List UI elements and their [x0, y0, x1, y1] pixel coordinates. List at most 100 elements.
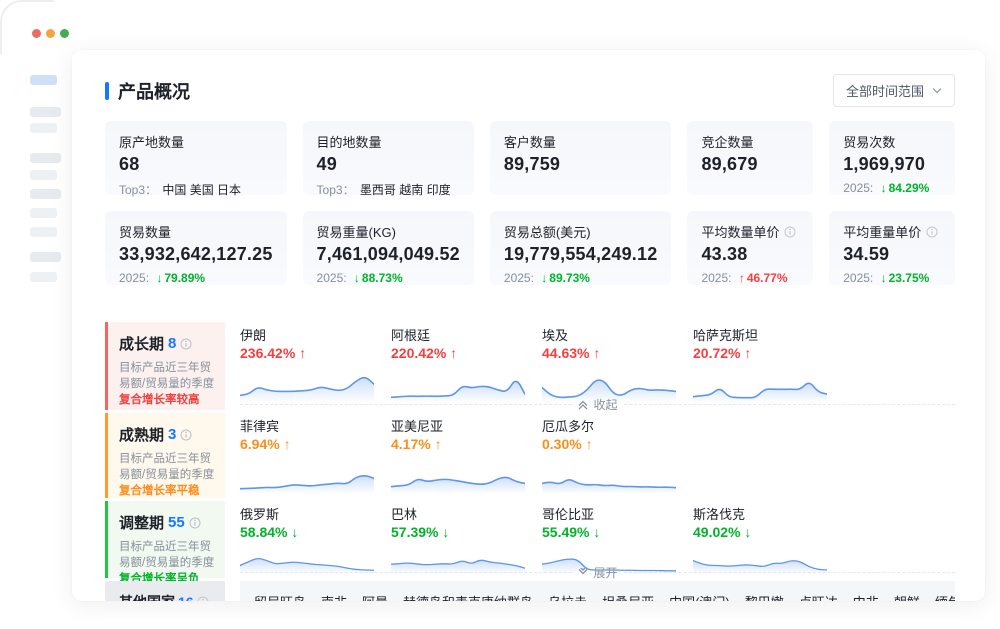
- other-countries-label-card: 其他国家 16: [105, 581, 225, 601]
- country-item[interactable]: 朝鲜: [894, 592, 920, 601]
- sidebar-item[interactable]: [30, 170, 57, 180]
- country-item[interactable]: 黎巴嫩: [745, 592, 784, 601]
- other-countries-count: 16: [178, 594, 194, 602]
- trend-arrow-icon: ↓: [438, 524, 449, 540]
- country-item[interactable]: 中非: [853, 592, 879, 601]
- stat-card-sub-prefix: 2025:: [504, 271, 534, 285]
- country-item[interactable]: 南非: [321, 592, 347, 601]
- trend-arrow-icon: ↑: [740, 345, 751, 361]
- country-growth-rate: 49.02% ↓: [693, 524, 844, 540]
- country-trend-item[interactable]: 亚美尼亚 4.17% ↑: [391, 413, 542, 494]
- trend-percent: 89.73%: [549, 271, 590, 285]
- trend-arrow-icon: ↑: [582, 436, 593, 452]
- chevron-down-icon: [932, 87, 942, 94]
- stat-card-label: 竞企数量: [701, 132, 753, 151]
- country-trend-item[interactable]: 菲律宾 6.94% ↑: [240, 413, 391, 494]
- stat-card-sub-prefix: 2025:: [317, 271, 347, 285]
- country-name: 哈萨克斯坦: [693, 325, 844, 344]
- stat-card-label: 客户数量: [504, 132, 556, 151]
- phase-content: 伊朗 236.42% ↑ 阿根廷 220.42% ↑ 埃及 44.63% ↑ 哈…: [240, 322, 955, 410]
- stat-card-sub-prefix: 2025:: [843, 181, 873, 195]
- stat-card-subtext: 2025: ↑46.77%: [701, 271, 799, 285]
- country-trend-item[interactable]: 阿根廷 220.42% ↑: [391, 322, 542, 403]
- stat-card-sub-prefix: Top3：: [317, 183, 355, 197]
- sidebar-item-active[interactable]: [30, 75, 57, 85]
- stat-card-value: 49: [317, 154, 460, 175]
- info-icon[interactable]: [180, 429, 192, 441]
- growth-percent: 57.39%: [391, 524, 438, 540]
- sidebar-nav: [0, 66, 72, 282]
- stat-card-subtext: 2025: ↓89.73%: [504, 271, 658, 285]
- sidebar-item[interactable]: [30, 208, 57, 218]
- sidebar-item[interactable]: [30, 189, 61, 199]
- stat-card-value: 7,461,094,049.52: [317, 244, 460, 265]
- sidebar-item[interactable]: [30, 153, 61, 163]
- other-countries-list: 留尼旺岛 南非 阿曼 赫德岛和麦克唐纳群岛 乌拉圭 坦桑尼亚 中国(澳门) 黎巴…: [240, 581, 955, 601]
- trend-indicator: ↓23.75%: [881, 271, 930, 285]
- country-name: 巴林: [391, 504, 542, 523]
- phase-description: 目标产品近三年贸易额/贸易量的季度复合增长率呈负: [119, 539, 215, 587]
- sidebar-item[interactable]: [30, 272, 57, 282]
- stat-card: 贸易数量 33,932,642,127.25 2025: ↓79.89%: [105, 211, 287, 285]
- country-trend-item[interactable]: 埃及 44.63% ↑: [542, 322, 693, 403]
- zoom-button[interactable]: [60, 29, 69, 38]
- sparkline-chart: [240, 454, 374, 494]
- country-trend-item[interactable]: 哈萨克斯坦 20.72% ↑: [693, 322, 844, 403]
- country-item[interactable]: 留尼旺岛: [254, 592, 306, 601]
- phase-row: 成长期 8 目标产品近三年贸易额/贸易量的季度复合增长率较高 伊朗 236.42…: [105, 322, 955, 410]
- stat-card: 目的地数量 49 Top3： 墨西哥 越南 印度: [303, 121, 474, 195]
- info-icon[interactable]: [197, 596, 209, 602]
- stat-card-subtext: Top3： 墨西哥 越南 印度: [317, 181, 460, 198]
- chevron-icon: [578, 568, 588, 578]
- window-controls: [32, 29, 69, 38]
- country-trend-grid: 菲律宾 6.94% ↑ 亚美尼亚 4.17% ↑ 厄瓜多尔 0.30% ↑: [240, 413, 955, 494]
- info-icon[interactable]: [189, 517, 201, 529]
- phase-count: 55: [168, 514, 185, 531]
- app-window: 产品概况 全部时间范围 原产地数量 68 Top3： 中国 美国 日本 目的地数…: [0, 0, 1000, 629]
- country-item[interactable]: 乌拉圭: [548, 592, 587, 601]
- stat-card-value: 19,779,554,249.12: [504, 244, 658, 265]
- trend-indicator: ↓89.73%: [541, 271, 590, 285]
- phase-title: 成熟期: [119, 424, 164, 445]
- phase-content: 菲律宾 6.94% ↑ 亚美尼亚 4.17% ↑ 厄瓜多尔 0.30% ↑: [240, 413, 955, 498]
- info-icon[interactable]: [784, 226, 796, 238]
- trend-arrow-icon: ↑: [589, 345, 600, 361]
- sidebar-item[interactable]: [30, 252, 61, 262]
- trend-arrow-icon: ↓: [354, 271, 360, 285]
- country-trend-item[interactable]: 伊朗 236.42% ↑: [240, 322, 391, 403]
- country-item[interactable]: 赫德岛和麦克唐纳群岛: [403, 592, 533, 601]
- stat-card-subtext: 2025: ↓79.89%: [119, 271, 273, 285]
- country-item[interactable]: 坦桑尼亚: [602, 592, 654, 601]
- time-range-value: 全部时间范围: [846, 81, 924, 100]
- country-item[interactable]: 阿曼: [362, 592, 388, 601]
- other-countries-row: 其他国家 16 留尼旺岛 南非 阿曼 赫德岛和麦克唐纳群岛 乌拉圭 坦桑尼亚 中…: [105, 581, 955, 601]
- country-growth-rate: 4.17% ↑: [391, 436, 542, 452]
- sidebar-item[interactable]: [30, 107, 61, 117]
- toggle-expand-collapse[interactable]: 展开: [240, 564, 955, 581]
- close-button[interactable]: [32, 29, 41, 38]
- country-growth-rate: 6.94% ↑: [240, 436, 391, 452]
- info-icon[interactable]: [180, 338, 192, 350]
- trend-percent: 46.77%: [747, 271, 788, 285]
- trend-percent: 84.29%: [889, 181, 930, 195]
- time-range-select[interactable]: 全部时间范围: [833, 74, 955, 107]
- country-item[interactable]: 中国(澳门): [669, 592, 730, 601]
- page-header: 产品概况 全部时间范围: [105, 74, 955, 107]
- country-name: 阿根廷: [391, 325, 542, 344]
- country-item[interactable]: 卢旺达: [799, 592, 838, 601]
- trend-arrow-icon: ↓: [541, 271, 547, 285]
- stat-card-value: 89,759: [504, 154, 658, 175]
- country-name: 亚美尼亚: [391, 416, 542, 435]
- growth-percent: 49.02%: [693, 524, 740, 540]
- minimize-button[interactable]: [46, 29, 55, 38]
- info-icon[interactable]: [926, 226, 938, 238]
- country-item[interactable]: 缅甸: [935, 592, 955, 601]
- trend-arrow-icon: ↑: [446, 345, 457, 361]
- sidebar-item[interactable]: [30, 227, 57, 237]
- trend-arrow-icon: ↓: [740, 524, 751, 540]
- page-title: 产品概况: [118, 78, 190, 104]
- sidebar-item[interactable]: [30, 123, 57, 133]
- country-trend-item[interactable]: 厄瓜多尔 0.30% ↑: [542, 413, 693, 494]
- toggle-expand-collapse[interactable]: 收起: [240, 396, 955, 413]
- stat-card: 贸易重量(KG) 7,461,094,049.52 2025: ↓88.73%: [303, 211, 474, 285]
